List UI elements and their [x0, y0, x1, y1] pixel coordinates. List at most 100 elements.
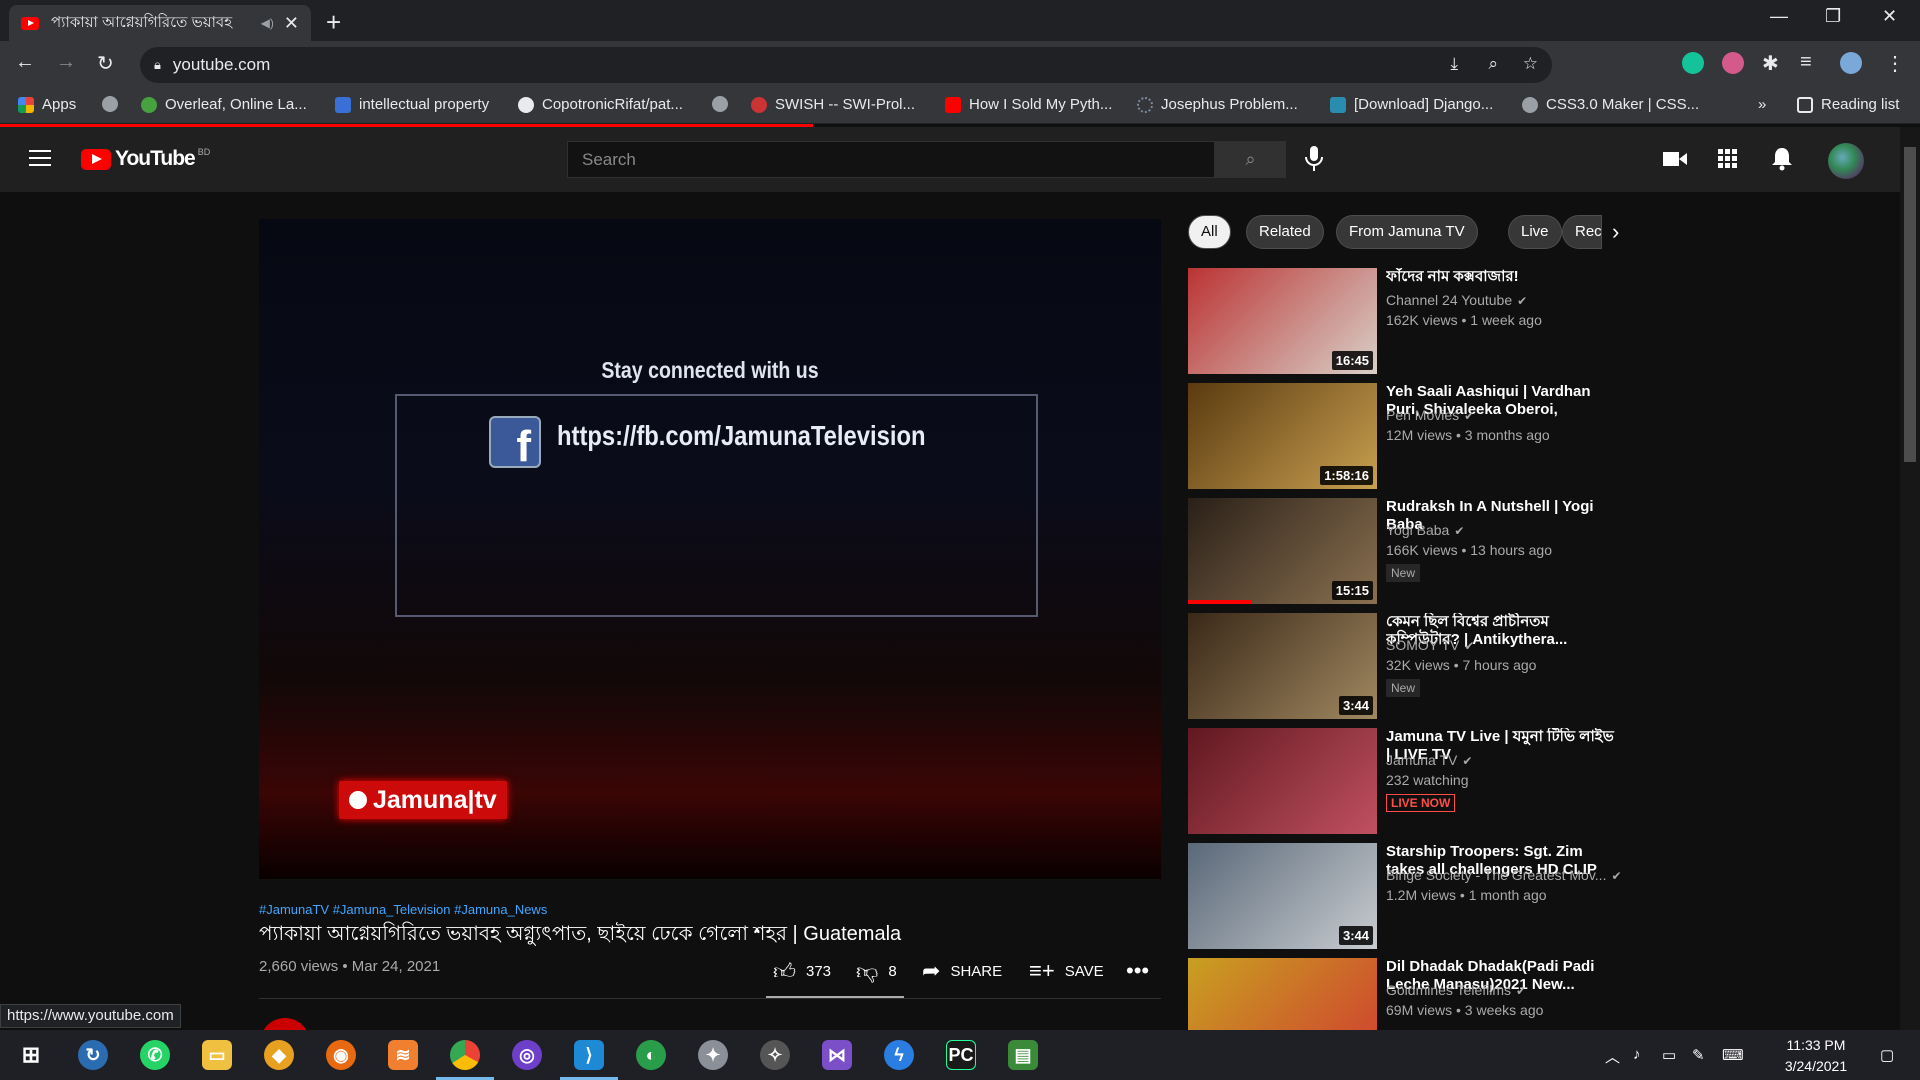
profile-avatar[interactable]: [1840, 52, 1862, 74]
recommendation-channel[interactable]: Yogi Baba ✔: [1386, 522, 1464, 538]
recommendation-channel[interactable]: Goldmines Telefilms ✔: [1386, 982, 1526, 998]
bookmark-django[interactable]: [Download] Django...: [1330, 96, 1493, 113]
bookmark-youtube[interactable]: How I Sold My Pyth...: [945, 96, 1112, 113]
create-video-icon[interactable]: [1663, 150, 1687, 168]
bookmark-apps[interactable]: Apps: [18, 96, 76, 113]
reading-list-button[interactable]: Reading list: [1797, 96, 1899, 113]
browser-tab[interactable]: প্যাকায়া আগ্নেয়গিরিতে ভয়াবহ ◀) ✕: [9, 5, 311, 41]
recommendation-item[interactable]: 15:15 Rudraksh In A Nutshell | Yogi Baba Y…: [1188, 498, 1618, 604]
video-thumbnail[interactable]: 3:44: [1188, 843, 1377, 949]
apps-grid-icon[interactable]: [1718, 149, 1738, 169]
vscode-icon[interactable]: ⟩: [574, 1040, 604, 1070]
more-actions-button[interactable]: •••: [1126, 958, 1159, 984]
menu-icon[interactable]: [29, 150, 51, 166]
video-thumbnail[interactable]: [1188, 728, 1377, 834]
system-clock[interactable]: 11:33 PM 3/24/2021: [1770, 1035, 1862, 1077]
recommendation-channel[interactable]: Pen Movies ✔: [1386, 407, 1474, 423]
bookmark-star-icon[interactable]: ☆: [1523, 54, 1538, 74]
search-button[interactable]: ⌕: [1215, 141, 1286, 178]
forward-icon[interactable]: →: [56, 51, 76, 74]
notifications-icon[interactable]: ▢: [1880, 1046, 1894, 1064]
recommendation-item[interactable]: 1:58:16 Yeh Saali Aashiqui | Vardhan Puri…: [1188, 383, 1618, 489]
github-desktop-icon[interactable]: ◎: [512, 1040, 542, 1070]
reload-icon[interactable]: ↻: [97, 51, 114, 76]
address-bar[interactable]: 🔒︎ youtube.com ⤓ ⌕ ☆: [140, 47, 1552, 83]
account-avatar[interactable]: [1828, 143, 1864, 179]
firefox-icon[interactable]: ◉: [326, 1040, 356, 1070]
extension-icon[interactable]: [1722, 52, 1744, 74]
pen-icon[interactable]: ✎: [1692, 1046, 1705, 1064]
minimize-icon[interactable]: —: [1770, 6, 1788, 27]
visual-studio-icon[interactable]: ⋈: [822, 1040, 852, 1070]
dislike-button[interactable]: 👎︎ 8: [856, 958, 897, 985]
sublime-icon[interactable]: ≋: [388, 1040, 418, 1070]
recommendation-item[interactable]: 3:44 Starship Troopers: Sgt. Zim takes al…: [1188, 843, 1622, 949]
puzzle-extensions-icon[interactable]: ✱: [1762, 51, 1779, 76]
search-input[interactable]: Search: [567, 141, 1215, 178]
youtube-logo[interactable]: YouTube BD: [81, 147, 210, 171]
grammarly-icon[interactable]: [1682, 52, 1704, 74]
bookmark-css[interactable]: CSS3.0 Maker | CSS...: [1522, 96, 1699, 113]
recommendation-channel[interactable]: Binge Society - The Greatest Mov... ✔: [1386, 867, 1622, 883]
app-icon[interactable]: ▤: [1008, 1040, 1038, 1070]
chip-all[interactable]: All: [1188, 215, 1231, 249]
tray-chevron-icon[interactable]: ︿: [1605, 1046, 1620, 1067]
network-icon[interactable]: ▭: [1662, 1046, 1676, 1064]
new-tab-button[interactable]: +: [326, 7, 341, 38]
close-tab-icon[interactable]: ✕: [284, 13, 299, 34]
back-icon[interactable]: ←: [15, 51, 35, 74]
browser-menu-icon[interactable]: ⋮: [1885, 51, 1905, 76]
chip-recent[interactable]: Rec: [1562, 215, 1602, 249]
chip-live[interactable]: Live: [1508, 215, 1562, 249]
keyboard-icon[interactable]: ⌨: [1722, 1046, 1744, 1064]
install-icon[interactable]: ⤓: [1450, 54, 1458, 74]
video-thumbnail[interactable]: 3:44: [1188, 613, 1377, 719]
recommendation-item[interactable]: 16:45 ফাঁদের নাম কক্সবাজার! Channel 24 You…: [1188, 268, 1618, 374]
windows-start-icon[interactable]: ⊞: [16, 1040, 46, 1070]
video-thumbnail[interactable]: 1:58:16: [1188, 383, 1377, 489]
video-hashtags[interactable]: #JamunaTV #Jamuna_Television #Jamuna_New…: [259, 902, 547, 917]
bookmark-josephus[interactable]: Josephus Problem...: [1137, 96, 1298, 113]
browser-app-icon[interactable]: ◆: [264, 1040, 294, 1070]
recommendation-title[interactable]: ফাঁদের নাম কক্সবাজার!: [1386, 268, 1616, 286]
recommendation-channel[interactable]: Jamuna TV ✔: [1386, 752, 1472, 768]
messenger-icon[interactable]: ϟ: [884, 1040, 914, 1070]
recommendation-item[interactable]: 3:44 কেমন ছিল বিশ্বের প্রাচীনতম কম্পিউটার…: [1188, 613, 1618, 719]
notifications-bell-icon[interactable]: [1772, 147, 1792, 171]
bookmark-ip[interactable]: intellectual property: [335, 96, 489, 113]
chip-related[interactable]: Related: [1246, 215, 1324, 249]
whatsapp-icon[interactable]: ✆: [140, 1040, 170, 1070]
recommendation-channel[interactable]: SOMOY TV ✔: [1386, 637, 1474, 653]
like-button[interactable]: 👍︎ 373: [773, 958, 831, 985]
app-icon[interactable]: ◐: [636, 1040, 666, 1070]
video-player[interactable]: Stay connected with us f https://fb.com/…: [259, 219, 1161, 879]
restore-icon[interactable]: ❐: [1825, 6, 1841, 27]
pycharm-icon[interactable]: PC: [946, 1040, 976, 1070]
speaker-icon[interactable]: ◀): [261, 16, 274, 30]
scrollbar-thumb[interactable]: [1904, 147, 1916, 462]
share-button[interactable]: ➦ SHARE: [922, 958, 1002, 984]
more-bookmarks-icon[interactable]: »: [1758, 96, 1766, 113]
chip-from-jamuna-tv[interactable]: From Jamuna TV: [1336, 215, 1478, 249]
file-explorer-icon[interactable]: ▭: [202, 1040, 232, 1070]
video-thumbnail[interactable]: 16:45: [1188, 268, 1377, 374]
video-thumbnail[interactable]: 15:15: [1188, 498, 1377, 604]
bookmark-globe-2[interactable]: [712, 96, 736, 112]
chrome-icon[interactable]: [450, 1040, 480, 1070]
app-icon[interactable]: ✧: [760, 1040, 790, 1070]
recommendation-item[interactable]: Jamuna TV Live | যমুনা টিভি লাইভ | LIVE …: [1188, 728, 1618, 834]
chevron-right-icon[interactable]: ›: [1612, 219, 1619, 245]
media-control-icon[interactable]: ≡: [1800, 51, 1812, 74]
zoom-icon[interactable]: ⌕: [1488, 54, 1498, 74]
save-button[interactable]: ≡+ SAVE: [1029, 958, 1104, 984]
close-window-icon[interactable]: ✕: [1882, 6, 1897, 27]
bookmark-globe[interactable]: [102, 96, 126, 112]
microphone-icon[interactable]: [1303, 145, 1325, 173]
bookmark-overleaf[interactable]: Overleaf, Online La...: [141, 96, 307, 113]
bookmark-github[interactable]: CopotronicRifat/pat...: [518, 96, 683, 113]
bookmark-swish[interactable]: SWISH -- SWI-Prol...: [751, 96, 915, 113]
app-icon[interactable]: ✦: [698, 1040, 728, 1070]
url-text[interactable]: youtube.com: [173, 55, 270, 75]
volume-icon[interactable]: ♪: [1633, 1046, 1641, 1063]
recommendation-channel[interactable]: Channel 24 Youtube ✔: [1386, 292, 1527, 308]
